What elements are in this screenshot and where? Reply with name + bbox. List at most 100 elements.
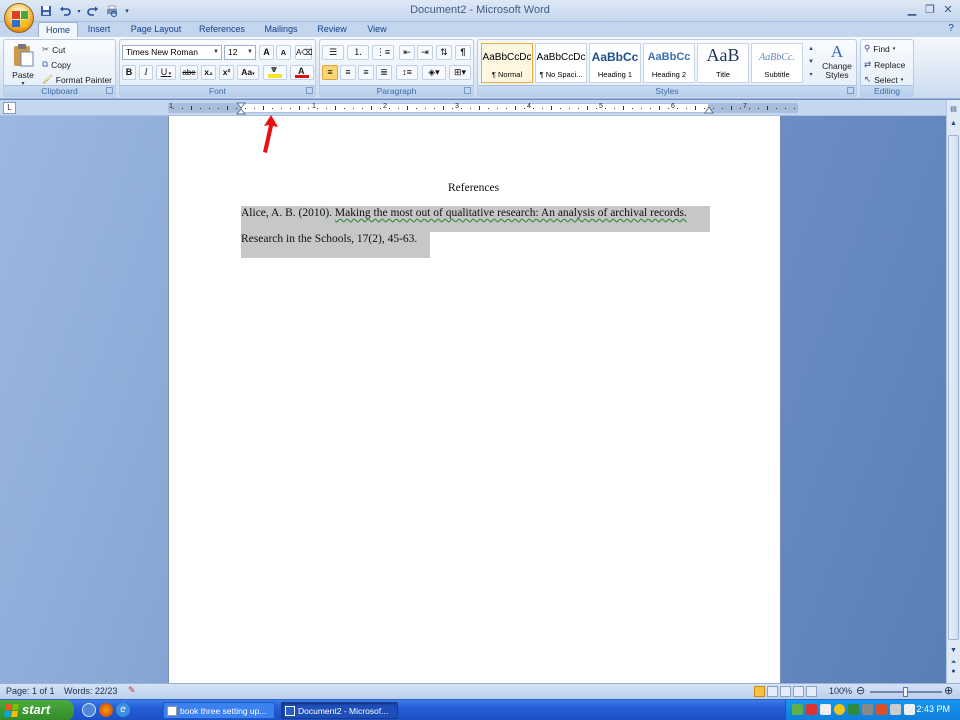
ruler-toggle-icon[interactable]: ▤ (948, 104, 959, 115)
font-color-button[interactable]: A (290, 65, 314, 80)
print-layout-icon[interactable] (754, 686, 765, 697)
increase-indent-button[interactable]: ⇥ (417, 45, 433, 60)
document-page[interactable]: References Alice, A. B. (2010). Making t… (168, 116, 781, 683)
ruler-tick (461, 108, 462, 109)
shrink-font-button[interactable]: A (276, 45, 291, 60)
reference-line-1[interactable]: Alice, A. B. (2010). Making the most out… (241, 207, 687, 219)
style-heading-2[interactable]: AaBbCc Heading 2 (643, 43, 695, 83)
font-name-field[interactable]: Times New Roman ▼ (122, 45, 222, 60)
tray-update-icon[interactable] (876, 704, 887, 715)
outline-icon[interactable] (793, 686, 804, 697)
proofing-icon[interactable]: ✎ (128, 685, 136, 696)
font-size-field[interactable]: 12 ▼ (224, 45, 256, 60)
italic-button[interactable]: I (139, 65, 153, 80)
tab-mailings[interactable]: Mailings (258, 22, 304, 37)
strikethrough-button[interactable]: abe (180, 65, 198, 80)
zoom-out-icon[interactable]: ⊖ (856, 684, 865, 697)
decrease-indent-button[interactable]: ⇤ (399, 45, 415, 60)
clipboard-launcher-icon[interactable] (106, 87, 113, 94)
taskbar-item-word[interactable]: Document2 - Microsof... (281, 702, 398, 719)
align-left-button[interactable]: ≡ (322, 65, 338, 80)
scroll-down-icon[interactable]: ▼ (948, 645, 959, 656)
tab-insert[interactable]: Insert (82, 22, 116, 37)
clear-formatting-button[interactable]: A⌫ (295, 45, 313, 60)
cut-button[interactable]: ✂ Cut (42, 44, 65, 55)
tray-app-icon[interactable] (820, 704, 831, 715)
scrollbar-thumb[interactable] (948, 135, 959, 640)
tray-network-icon[interactable] (792, 704, 803, 715)
page-count[interactable]: Page: 1 of 1 (6, 686, 55, 696)
style-no-spacing[interactable]: AaBbCcDc ¶ No Spaci... (535, 43, 587, 83)
tab-references[interactable]: References (194, 22, 250, 37)
superscript-button[interactable]: x² (219, 65, 234, 80)
browse-object-icon[interactable]: ● (948, 666, 959, 677)
tray-ati-icon[interactable] (806, 704, 817, 715)
firefox-icon[interactable] (99, 703, 113, 717)
align-center-button[interactable]: ≡ (340, 65, 356, 80)
show-formatting-button[interactable]: ¶ (455, 45, 471, 60)
tab-view[interactable]: View (360, 22, 394, 37)
borders-button[interactable]: ⊞▾ (449, 65, 471, 80)
underline-button[interactable]: U ▾ (156, 65, 176, 80)
tray-security-icon[interactable] (834, 704, 845, 715)
line-spacing-button[interactable]: ↕≡ (396, 65, 418, 80)
tray-power-icon[interactable] (904, 704, 915, 715)
vertical-scrollbar[interactable]: ▤ ▲ ▼ ⏶ ● (946, 100, 960, 683)
zoom-slider-thumb[interactable] (903, 687, 908, 697)
full-screen-icon[interactable] (767, 686, 778, 697)
tab-home[interactable]: Home (38, 22, 78, 37)
show-desktop-icon[interactable] (82, 703, 96, 717)
restore-icon[interactable]: ❐ (922, 3, 938, 17)
style-subtitle[interactable]: AaBbCc. Subtitle (751, 43, 803, 83)
grow-font-button[interactable]: A (259, 45, 274, 60)
format-painter-button[interactable]: 🖌 Format Painter (42, 74, 112, 85)
styles-launcher-icon[interactable] (847, 87, 854, 94)
clock[interactable]: 2:43 PM (916, 704, 950, 714)
bullets-button[interactable]: ☰ (322, 45, 344, 60)
styles-scroll[interactable]: ▲ ▼ ▾ (806, 43, 816, 83)
tab-page-layout[interactable]: Page Layout (126, 22, 186, 37)
copy-button[interactable]: ⧉ Copy (42, 59, 71, 70)
subscript-button[interactable]: x₂ (201, 65, 216, 80)
find-button[interactable]: ⚲ Find ▾ (864, 43, 895, 54)
zoom-level[interactable]: 100% (829, 686, 852, 696)
align-right-button[interactable]: ≡ (358, 65, 374, 80)
change-case-button[interactable]: Aa▾ (237, 65, 259, 80)
paragraph-launcher-icon[interactable] (464, 87, 471, 94)
help-icon[interactable]: ? (944, 22, 958, 37)
tray-volume-icon[interactable] (890, 704, 901, 715)
reference-line-2[interactable]: Research in the Schools, 17(2), 45-63. (241, 233, 417, 245)
justify-button[interactable]: ≣ (376, 65, 392, 80)
multilevel-list-button[interactable]: ⋮≡ (372, 45, 394, 60)
word-count[interactable]: Words: 22/23 (64, 686, 117, 696)
draft-icon[interactable] (806, 686, 817, 697)
style-heading-1[interactable]: AaBbCc Heading 1 (589, 43, 641, 83)
zoom-in-icon[interactable]: ⊕ (944, 684, 953, 697)
close-icon[interactable]: ✕ (940, 3, 956, 17)
internet-explorer-icon[interactable]: e (116, 703, 130, 717)
tab-review[interactable]: Review (312, 22, 352, 37)
shading-button[interactable]: ◈▾ (422, 65, 446, 80)
first-line-indent-marker-icon[interactable] (236, 102, 246, 116)
start-button[interactable]: start (0, 700, 74, 720)
select-button[interactable]: ↖ Select ▾ (864, 74, 903, 85)
scroll-up-icon[interactable]: ▲ (948, 118, 959, 129)
web-layout-icon[interactable] (780, 686, 791, 697)
font-launcher-icon[interactable] (306, 87, 313, 94)
minimize-icon[interactable]: ▁ (904, 3, 920, 17)
right-indent-marker-icon[interactable] (704, 105, 714, 115)
numbering-button[interactable]: ⒈ (347, 45, 369, 60)
replace-button[interactable]: ⇄ Replace (864, 59, 905, 70)
tray-sync-icon[interactable] (848, 704, 859, 715)
taskbar-item-book[interactable]: book three setting up... (163, 702, 275, 719)
tray-device-icon[interactable] (862, 704, 873, 715)
office-button[interactable] (4, 3, 34, 33)
style-title[interactable]: AaB Title (697, 43, 749, 83)
tab-selector[interactable]: L (3, 102, 16, 114)
sort-button[interactable]: ⇅ (436, 45, 452, 60)
highlight-button[interactable] (263, 65, 287, 80)
change-styles-button[interactable]: A Change Styles (818, 42, 856, 84)
bold-button[interactable]: B (122, 65, 136, 80)
paste-button[interactable]: Paste ▾ (8, 43, 38, 87)
style-normal[interactable]: AaBbCcDc ¶ Normal (481, 43, 533, 83)
